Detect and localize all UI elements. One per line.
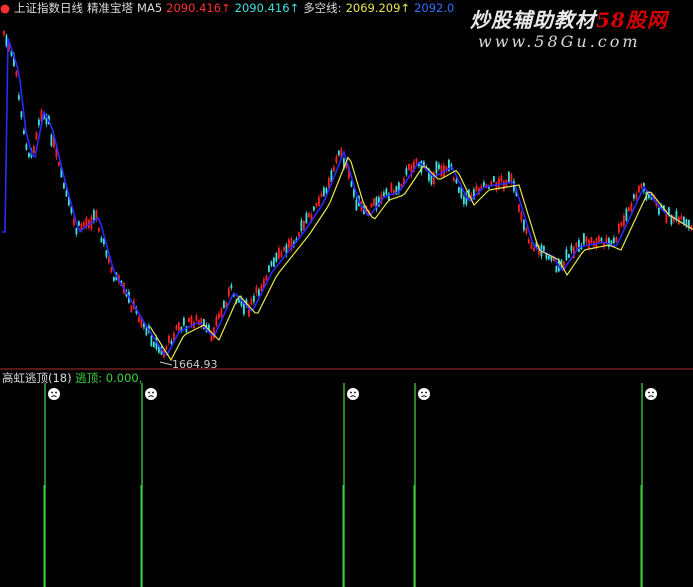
chart-canvas: 1664.93 bbox=[0, 30, 693, 587]
multi-line bbox=[149, 156, 693, 362]
low-marker-line bbox=[159, 361, 173, 366]
chart-header: ● 上证指数日线 精准宝塔 MA5 2090.416↑ 2090.416↑ 多空线: 2069… bbox=[0, 0, 458, 16]
watermark-red: 58股网 bbox=[596, 8, 668, 32]
low-label: 1664.93 bbox=[172, 358, 218, 371]
price-candles bbox=[3, 30, 693, 358]
multi-value: 2069.209↑ bbox=[345, 1, 411, 15]
top-escape-spikes bbox=[43, 383, 657, 587]
close-indicator-icon[interactable]: ● bbox=[0, 1, 10, 15]
frown-face-icon bbox=[145, 388, 157, 400]
indicator-name: 精准宝塔 bbox=[87, 1, 134, 15]
indicator-header: 高虹逃顶(18) 逃顶: 0.000, bbox=[2, 370, 142, 386]
frown-face-icon bbox=[645, 388, 657, 400]
multi-label: 多空线: bbox=[303, 1, 342, 15]
extra-value: 2092.0 bbox=[414, 1, 455, 15]
frown-face-icon bbox=[347, 388, 359, 400]
watermark-cn: 炒股辅助教材 bbox=[470, 8, 596, 32]
watermark-url: www.58Gu.com bbox=[478, 32, 641, 51]
chart-title: 上证指数日线 bbox=[14, 1, 84, 15]
ma-label: MA5 bbox=[137, 1, 163, 15]
frown-face-icon bbox=[418, 388, 430, 400]
ma-value-2: 2090.416↑ bbox=[234, 1, 300, 15]
signal-label: 逃顶: bbox=[75, 371, 103, 385]
frown-face-icon bbox=[48, 388, 60, 400]
ma-line bbox=[2, 37, 693, 357]
ma-value: 2090.416↑ bbox=[166, 1, 231, 15]
indicator-title: 高虹逃顶(18) bbox=[2, 371, 72, 385]
signal-value: 0.000, bbox=[105, 371, 143, 385]
watermark-title: 炒股辅助教材58股网 bbox=[470, 4, 668, 33]
